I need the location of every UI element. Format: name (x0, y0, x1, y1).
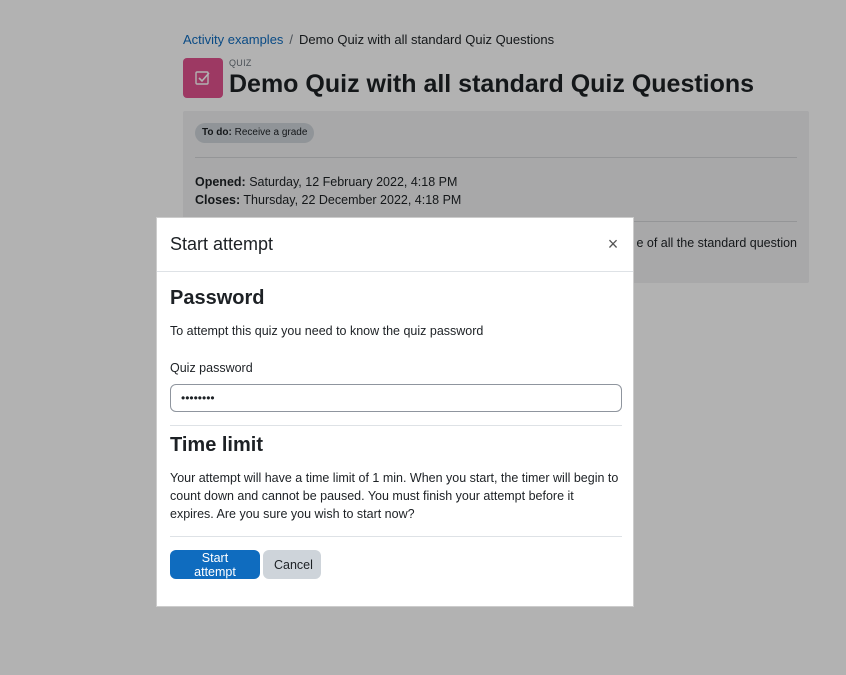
divider (170, 536, 622, 537)
start-attempt-dialog: Start attempt × Password To attempt this… (156, 217, 634, 607)
password-heading: Password (170, 287, 265, 309)
time-limit-description: Your attempt will have a time limit of 1… (170, 471, 619, 521)
divider (170, 425, 622, 426)
password-description: To attempt this quiz you need to know th… (170, 324, 484, 338)
cancel-button[interactable]: Cancel (263, 550, 321, 579)
quiz-password-input[interactable] (170, 384, 622, 412)
start-attempt-button[interactable]: Start attempt (170, 550, 260, 579)
time-limit-heading: Time limit (170, 434, 263, 456)
modal-header: Start attempt × (157, 218, 633, 272)
modal-title: Start attempt (170, 234, 274, 254)
close-icon[interactable]: × (603, 234, 623, 254)
password-field-label: Quiz password (170, 361, 253, 375)
